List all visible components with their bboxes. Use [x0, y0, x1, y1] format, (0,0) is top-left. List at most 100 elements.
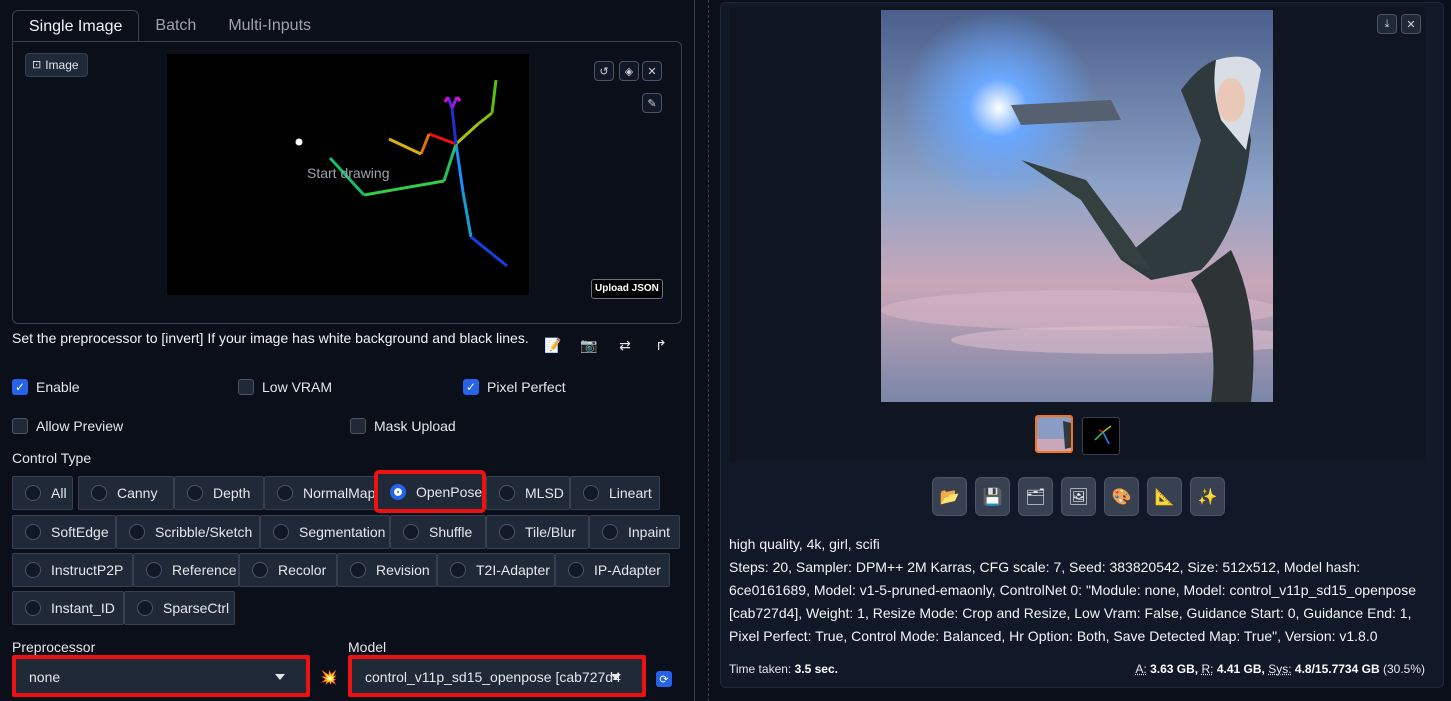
- tab-single-image[interactable]: Single Image: [12, 10, 140, 42]
- redo-arrow-icon[interactable]: ↱: [652, 336, 670, 354]
- folder-icon[interactable]: 📂: [932, 477, 967, 516]
- radio-dot[interactable]: [568, 562, 584, 578]
- radio-dot[interactable]: [350, 562, 366, 578]
- option-label: SoftEdge: [51, 524, 109, 540]
- low-vram-checkbox[interactable]: Low VRAM: [238, 379, 332, 395]
- refresh-icon[interactable]: ⟳: [656, 671, 672, 687]
- control-type-option[interactable]: Reference: [133, 553, 239, 587]
- radio-dot[interactable]: [583, 485, 599, 501]
- radio-dot[interactable]: [129, 524, 145, 540]
- radio-dot[interactable]: [25, 524, 41, 540]
- panel-divider: [708, 0, 710, 701]
- sparkle-icon[interactable]: ✨: [1190, 477, 1225, 516]
- control-type-option[interactable]: Revision: [337, 553, 437, 587]
- mem-a-label: A:: [1135, 662, 1147, 676]
- radio-dot[interactable]: [252, 562, 268, 578]
- input-tabs: Single Image Batch Multi-Inputs: [12, 10, 327, 42]
- radio-dot[interactable]: [602, 524, 618, 540]
- control-type-option[interactable]: Scribble/Sketch: [116, 515, 260, 549]
- swap-icon[interactable]: ⇄: [616, 336, 634, 354]
- control-type-option[interactable]: Recolor: [239, 553, 337, 587]
- control-type-option[interactable]: Segmentation: [260, 515, 390, 549]
- ruler-icon[interactable]: 📐: [1147, 477, 1182, 516]
- radio-dot[interactable]: [390, 483, 406, 500]
- radio-dot[interactable]: [273, 524, 289, 540]
- control-type-option[interactable]: T2I-Adapter: [437, 553, 555, 587]
- control-type-option[interactable]: Instant_ID: [12, 591, 124, 625]
- control-type-option[interactable]: MLSD: [486, 476, 570, 510]
- allow-preview-checkbox[interactable]: Allow Preview: [12, 418, 123, 434]
- control-type-option[interactable]: SoftEdge: [12, 515, 116, 549]
- eraser-icon[interactable]: ◈: [619, 61, 639, 81]
- option-label: Canny: [117, 485, 158, 501]
- radio-dot[interactable]: [277, 485, 293, 501]
- output-gallery: [729, 7, 1425, 462]
- time-taken: Time taken: 3.5 sec.: [729, 662, 838, 676]
- scifi-girl-image: [881, 10, 1273, 402]
- upload-json-button[interactable]: Upload JSON: [591, 279, 663, 299]
- control-type-option[interactable]: Canny: [78, 476, 174, 510]
- radio-dot[interactable]: [187, 485, 203, 501]
- enable-checkbox[interactable]: Enable: [12, 379, 80, 395]
- radio-dot[interactable]: [499, 524, 515, 540]
- close-icon[interactable]: ✕: [642, 61, 662, 81]
- image-label: ⊡ Image: [25, 53, 88, 77]
- camera-icon[interactable]: 📷: [580, 336, 598, 354]
- thumbnail-pose-map[interactable]: [1082, 417, 1120, 455]
- generated-image[interactable]: [881, 10, 1273, 402]
- control-type-option[interactable]: SparseCtrl: [124, 591, 235, 625]
- checkbox-box[interactable]: [463, 379, 479, 395]
- download-icon[interactable]: ⤓: [1377, 14, 1397, 34]
- option-label: Lineart: [609, 485, 652, 501]
- control-type-option-selected[interactable]: OpenPose: [374, 470, 486, 513]
- zip-icon[interactable]: 🗂: [1018, 477, 1053, 516]
- option-label: Revision: [376, 562, 430, 578]
- edit-icon[interactable]: 📝: [544, 336, 562, 354]
- radio-dot[interactable]: [403, 524, 419, 540]
- checkbox-label: Pixel Perfect: [487, 379, 566, 395]
- tab-multi-inputs[interactable]: Multi-Inputs: [212, 10, 327, 42]
- radio-dot[interactable]: [25, 600, 41, 616]
- control-type-option[interactable]: Shuffle: [390, 515, 486, 549]
- image-icon[interactable]: 🖼: [1061, 477, 1096, 516]
- pose-canvas[interactable]: Start drawing: [167, 54, 529, 295]
- control-type-option[interactable]: IP-Adapter: [555, 553, 670, 587]
- save-icon[interactable]: 💾: [975, 477, 1010, 516]
- radio-dot[interactable]: [91, 485, 107, 501]
- mem-r-label: R:: [1201, 662, 1214, 676]
- radio-dot[interactable]: [450, 562, 466, 578]
- mask-upload-checkbox[interactable]: Mask Upload: [350, 418, 456, 434]
- control-type-option[interactable]: NormalMap: [264, 476, 379, 510]
- image-label-text: Image: [45, 58, 79, 72]
- tab-batch[interactable]: Batch: [139, 10, 212, 42]
- checkbox-box[interactable]: [12, 379, 28, 395]
- control-type-option[interactable]: InstructP2P: [12, 553, 133, 587]
- radio-dot[interactable]: [25, 562, 41, 578]
- control-type-label: Control Type: [12, 450, 92, 466]
- checkbox-box[interactable]: [238, 379, 254, 395]
- option-label: MLSD: [525, 485, 564, 501]
- close-icon[interactable]: ✕: [1401, 14, 1421, 34]
- control-type-option[interactable]: Lineart: [570, 476, 660, 510]
- canvas-tools: 📝 📷 ⇄ ↱: [544, 336, 670, 354]
- control-type-option[interactable]: Depth: [174, 476, 264, 510]
- radio-dot[interactable]: [137, 600, 153, 616]
- checkbox-label: Allow Preview: [36, 418, 124, 434]
- run-preprocessor-icon[interactable]: 💥: [320, 669, 337, 686]
- radio-dot[interactable]: [146, 562, 162, 578]
- palette-icon[interactable]: 🎨: [1104, 477, 1139, 516]
- radio-dot[interactable]: [499, 485, 515, 501]
- checkbox-box[interactable]: [12, 418, 28, 434]
- pixel-perfect-checkbox[interactable]: Pixel Perfect: [463, 379, 566, 395]
- radio-dot[interactable]: [25, 485, 41, 501]
- thumbnail-result[interactable]: [1035, 415, 1073, 453]
- option-label: Shuffle: [429, 524, 473, 540]
- control-type-option[interactable]: Inpaint: [589, 515, 680, 549]
- brush-icon[interactable]: ✎: [642, 93, 662, 113]
- control-type-option[interactable]: Tile/Blur: [486, 515, 589, 549]
- option-label: All: [51, 485, 67, 501]
- mem-sys-label: Sys:: [1268, 662, 1292, 676]
- control-type-option[interactable]: All: [12, 476, 73, 510]
- undo-icon[interactable]: ↺: [594, 61, 614, 81]
- checkbox-box[interactable]: [350, 418, 366, 434]
